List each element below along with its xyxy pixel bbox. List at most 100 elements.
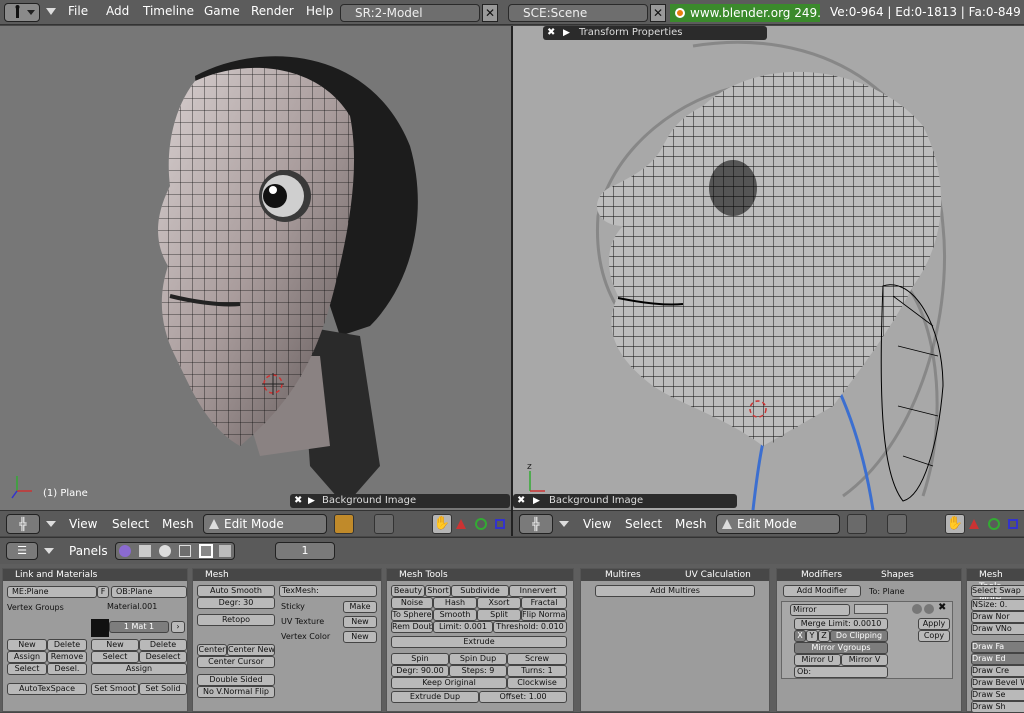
vgroup-remove-button[interactable]: Remove [47,651,87,663]
logic-icon[interactable] [119,545,131,557]
auto-smooth-toggle[interactable]: Auto Smooth [197,585,275,597]
translate-manipulator-icon[interactable] [1008,519,1018,529]
set-smooth-button[interactable]: Set Smoot [91,683,139,695]
menu-view[interactable]: View [583,517,611,531]
menu-timeline[interactable]: Timeline [143,4,194,18]
tab-multires[interactable]: Multires [605,569,641,581]
menu-render[interactable]: Render [251,4,294,18]
vgroup-delete-button[interactable]: Delete [47,639,87,651]
spin-degr-field[interactable]: Degr: 90.00 [391,665,449,677]
mirror-name-field[interactable]: Mirror [790,604,850,616]
extrude-dup-button[interactable]: Extrude Dup [391,691,479,703]
transform-properties-panel[interactable]: ✖ ▶ Transform Properties [543,26,767,40]
mesh-name-field[interactable]: ME:Plane [7,586,97,598]
translate-manipulator-icon[interactable] [495,519,505,529]
move-down-icon[interactable] [924,604,934,614]
panel-header[interactable]: Multires UV Calculation [581,569,769,581]
menu-mesh[interactable]: Mesh [675,517,707,531]
mirror-u-toggle[interactable]: Mirror U [794,654,841,666]
scene-selector[interactable]: SCE:Scene [508,4,648,22]
scene-delete-button[interactable]: ✕ [650,4,666,22]
menu-file[interactable]: File [68,4,88,18]
modifier-toggles[interactable] [854,604,888,614]
nsize-field[interactable]: NSize: 0. [971,599,1024,611]
smooth-button[interactable]: Smooth [433,609,477,621]
subdivide-button[interactable]: Subdivide [451,585,509,597]
noise-button[interactable]: Noise [391,597,433,609]
draw-edges-toggle[interactable]: Draw Ed [971,653,1024,665]
draw-seams-toggle[interactable]: Draw Se [971,689,1024,701]
menu-view[interactable]: View [69,517,97,531]
material-slot[interactable]: 1 Mat 1 [109,621,169,633]
tab-shapes[interactable]: Shapes [881,569,914,581]
innervert-button[interactable]: Innervert [509,585,567,597]
sticky-make-button[interactable]: Make [343,601,377,613]
viewport-3d-right[interactable]: z ✖ ▶ Transform Properties ✖ ▶ Backgroun… [513,26,1024,510]
merge-limit-field[interactable]: Merge Limit: 0.0010 [794,618,888,630]
draw-creases-toggle[interactable]: Draw Cre [971,665,1024,677]
scene-icon[interactable] [219,545,231,557]
collapse-arrow-icon[interactable] [46,8,56,15]
material-deselect-button[interactable]: Deselect [139,651,187,663]
set-solid-button[interactable]: Set Solid [139,683,187,695]
limit-field[interactable]: Limit: 0.001 [433,621,493,633]
manipulator-hand-icon[interactable]: ✋ [432,514,452,534]
axis-z-toggle[interactable]: Z [818,630,830,642]
draw-normals-toggle[interactable]: Draw Nor [971,611,1024,623]
vgroup-select-button[interactable]: Select [7,663,47,675]
spin-dup-button[interactable]: Spin Dup [449,653,507,665]
object-name-field[interactable]: OB:Plane [111,586,187,598]
add-modifier-button[interactable]: Add Modifier [783,585,861,597]
collapse-arrow-icon[interactable] [559,521,569,527]
expand-arrow-icon[interactable]: ▶ [533,494,540,508]
select-swap-button[interactable]: Select Swap [971,585,1024,597]
rotate-manipulator-icon[interactable] [969,519,979,529]
panel-header[interactable]: Mesh [193,569,381,581]
collapse-arrow-icon[interactable] [44,548,54,554]
offset-field[interactable]: Offset: 1.00 [479,691,567,703]
no-vnormal-flip-toggle[interactable]: No V.Normal Flip [197,686,275,698]
flip-normal-button[interactable]: Flip Normal [521,609,567,621]
axis-y-toggle[interactable]: Y [806,630,818,642]
expand-arrow-icon[interactable]: ▶ [563,26,570,40]
tab-uv-calculation[interactable]: UV Calculation [685,569,751,581]
center-cursor-button[interactable]: Center Cursor [197,656,275,668]
panel-header[interactable]: Modifiers Shapes [777,569,961,581]
menu-add[interactable]: Add [106,4,129,18]
mirror-object-field[interactable]: Ob: [794,666,888,678]
add-multires-button[interactable]: Add Multires [595,585,755,597]
remove-modifier-icon[interactable]: ✖ [938,602,946,613]
editor-type-icon[interactable]: ╬ [6,514,40,534]
menu-help[interactable]: Help [306,4,333,18]
split-button[interactable]: Split [477,609,521,621]
menu-game[interactable]: Game [204,4,240,18]
keep-original-toggle[interactable]: Keep Original [391,677,507,689]
close-icon[interactable]: ✖ [294,494,302,508]
draw-bevel-toggle[interactable]: Draw Bevel W [971,677,1024,689]
autotexspace-toggle[interactable]: AutoTexSpace [7,683,87,695]
apply-button[interactable]: Apply [918,618,950,630]
hash-button[interactable]: Hash [433,597,477,609]
url-bar[interactable]: www.blender.org 249.2 [670,4,820,22]
script-icon[interactable] [139,545,151,557]
fake-user-button[interactable]: F [97,586,109,598]
threshold-field[interactable]: Threshold: 0.010 [493,621,567,633]
double-sided-toggle[interactable]: Double Sided [197,674,275,686]
draw-type-button[interactable] [334,514,354,534]
screw-button[interactable]: Screw [507,653,567,665]
spin-button[interactable]: Spin [391,653,449,665]
vgroup-assign-button[interactable]: Assign [7,651,47,663]
material-new-button[interactable]: New [91,639,139,651]
vgroup-deselect-button[interactable]: Desel. [47,663,87,675]
mode-selector[interactable]: Edit Mode [203,514,327,534]
draw-vnormals-toggle[interactable]: Draw VNo [971,623,1024,635]
background-image-panel-right[interactable]: ✖ ▶ Background Image [513,494,737,508]
screen-delete-button[interactable]: ✕ [482,4,498,22]
copy-button[interactable]: Copy [918,630,950,642]
xsort-button[interactable]: Xsort [477,597,521,609]
draw-type-button[interactable] [847,514,867,534]
mode-selector[interactable]: Edit Mode [716,514,840,534]
menu-select[interactable]: Select [625,517,662,531]
menu-select[interactable]: Select [112,517,149,531]
expand-arrow-icon[interactable]: ▶ [308,494,315,508]
